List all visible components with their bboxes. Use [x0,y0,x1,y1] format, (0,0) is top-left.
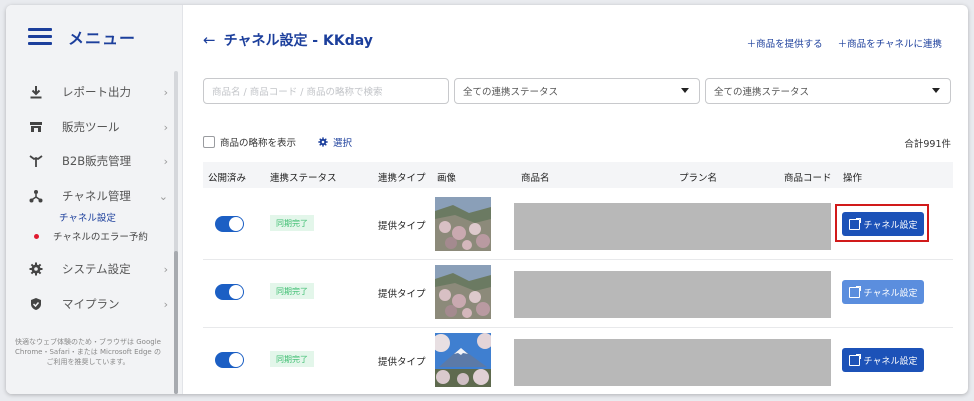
product-thumbnail [435,333,491,387]
chevron-right-icon: › [163,154,168,168]
sidebar-scrollbar[interactable] [174,71,178,394]
status-select[interactable]: 全ての連携ステータス [454,78,700,104]
gear-icon [28,261,44,277]
dropdown-caret-icon [681,88,689,93]
sidebar: メニュー レポート出力 › 販売ツール › B2B販売管理 › チャネル管理 ⌄… [6,5,183,394]
shield-check-icon [28,296,44,312]
col-published: 公開済み [208,173,247,184]
sidebar-subitem-channel-errors[interactable]: チャネルのエラー予約 [34,229,148,243]
total-count: 合計991件 [904,139,951,150]
chevron-right-icon: › [163,85,168,99]
link-type: 提供タイプ [378,357,426,368]
scrollbar-thumb[interactable] [174,251,178,394]
published-toggle[interactable] [215,352,244,368]
status-badge: 同期完了 [270,215,314,231]
sidebar-item-channel[interactable]: チャネル管理 ⌄ [28,186,168,206]
product-name-redacted [514,339,831,386]
select-button[interactable]: 選択 [318,135,352,149]
product-thumbnail [435,197,491,251]
col-product-code: 商品コード [784,173,832,184]
col-link-type: 連携タイプ [378,173,426,184]
col-link-status: 連携ステータス [270,173,337,184]
table-row: 同期完了 提供タイプ チャネル設定 [203,327,953,394]
highlight-box [835,204,929,242]
link-product-to-channel-link[interactable]: ＋商品をチャネルに連携 [838,36,942,50]
chevron-right-icon: › [163,120,168,134]
download-icon [28,84,44,100]
page-title: ← チャネル設定 - KKday [203,31,373,49]
menu-header[interactable]: メニュー [28,25,136,49]
col-plan-name: プラン名 [679,173,718,184]
link-type: 提供タイプ [378,289,426,300]
external-link-icon [848,353,861,366]
table-row: 同期完了 提供タイプ チャネル設定 [203,259,953,328]
options-row: 商品の略称を表示 選択 [203,135,352,149]
gear-icon [318,137,328,147]
hierarchy-icon [28,188,44,204]
status-badge: 同期完了 [270,351,314,367]
show-abbrev-checkbox[interactable] [203,136,215,148]
browser-note: 快適なウェブ体験のため・ブラウザは Google Chrome・Safari・ま… [15,338,161,366]
col-image: 画像 [437,173,457,184]
status-select-2[interactable]: 全ての連携ステータス [705,78,951,104]
link-type: 提供タイプ [378,221,426,232]
product-name-redacted [514,271,831,318]
published-toggle[interactable] [215,284,244,300]
chevron-right-icon: › [163,297,168,311]
chevron-right-icon: › [163,262,168,276]
provide-product-link[interactable]: ＋商品を提供する [747,36,823,50]
sidebar-item-b2b[interactable]: B2B販売管理 › [28,151,168,171]
store-icon [28,119,44,135]
table-row: 同期完了 提供タイプ チャネル設定 [203,191,953,260]
product-name-redacted [514,203,831,250]
status-badge: 同期完了 [270,283,314,299]
dropdown-caret-icon [932,88,940,93]
sidebar-subitem-channel-settings[interactable]: チャネル設定 [59,210,116,224]
hamburger-icon[interactable] [28,28,52,46]
channel-settings-button[interactable]: チャネル設定 [842,348,924,372]
show-abbrev-label: 商品の略称を表示 [220,138,297,149]
back-arrow-icon[interactable]: ← [203,31,216,49]
search-input[interactable]: 商品名 / 商品コード / 商品の略称で検索 [203,78,449,104]
sidebar-item-myplan[interactable]: マイプラン › [28,294,168,314]
sidebar-item-report[interactable]: レポート出力 › [28,82,168,102]
sidebar-item-system[interactable]: システム設定 › [28,259,168,279]
published-toggle[interactable] [215,216,244,232]
sidebar-item-sales-tools[interactable]: 販売ツール › [28,117,168,137]
alert-dot-icon [34,233,39,239]
table-header: 公開済み 連携ステータス 連携タイプ 画像 商品名 プラン名 商品コード 操作 [203,162,953,188]
product-thumbnail [435,265,491,319]
col-product-name: 商品名 [521,173,550,184]
menu-title: メニュー [68,29,137,48]
external-link-icon [848,285,861,298]
col-action: 操作 [843,173,863,184]
chevron-down-icon: ⌄ [158,189,168,203]
app-window: メニュー レポート出力 › 販売ツール › B2B販売管理 › チャネル管理 ⌄… [6,5,968,394]
channel-settings-button[interactable]: チャネル設定 [842,280,924,304]
main-content: ← チャネル設定 - KKday ＋商品を提供する ＋商品をチャネルに連携 商品… [183,5,968,394]
header-links: ＋商品を提供する ＋商品をチャネルに連携 [732,36,942,50]
handshake-icon [28,153,44,169]
